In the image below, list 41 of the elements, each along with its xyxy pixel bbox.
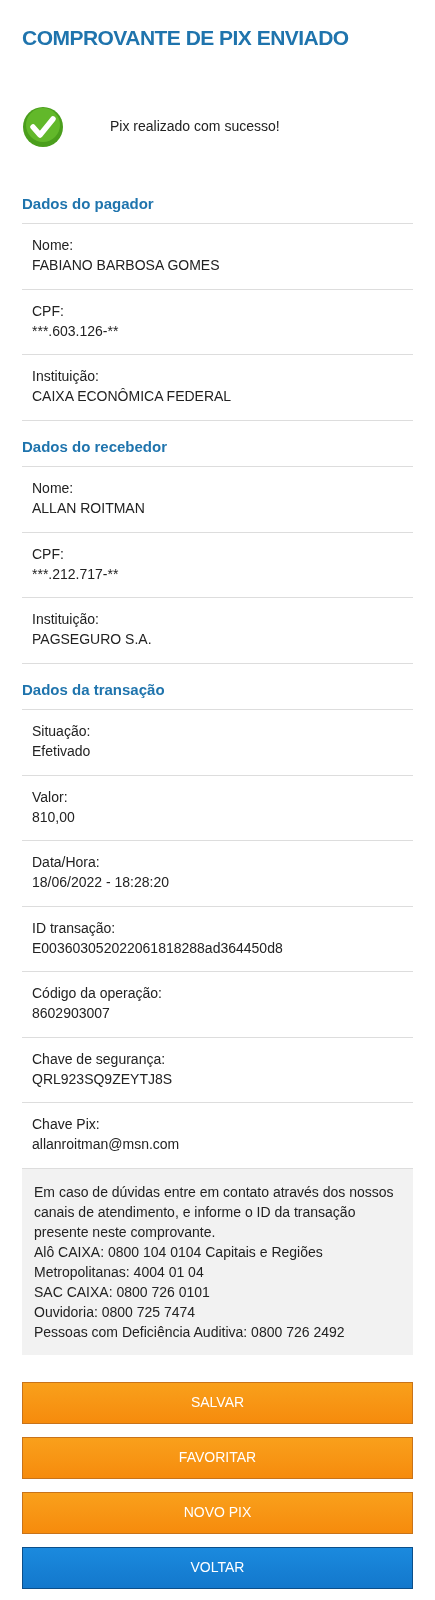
field-label: Código da operação: bbox=[32, 984, 162, 1003]
field-value: CAIXA ECONÔMICA FEDERAL bbox=[32, 387, 232, 406]
action-button[interactable]: SALVAR bbox=[22, 1381, 413, 1424]
field-label: Data/Hora: bbox=[32, 853, 100, 872]
section-heading: Dados da transação bbox=[22, 678, 413, 710]
field-label: Chave de segurança: bbox=[32, 1049, 166, 1069]
field-label: ID transação: bbox=[32, 918, 116, 938]
success-check-icon bbox=[22, 105, 64, 148]
field-value: ALLAN ROITMAN bbox=[32, 499, 145, 518]
field-label: Nome: bbox=[32, 479, 74, 498]
section-heading: Dados do pagador bbox=[22, 192, 413, 224]
field-value: Efetivado bbox=[32, 742, 91, 761]
field-value: FABIANO BARBOSA GOMES bbox=[32, 256, 220, 275]
action-button[interactable]: NOVO PIX bbox=[22, 1491, 413, 1534]
field-value: QRL923SQ9ZEYTJ8S bbox=[32, 1069, 173, 1089]
field-label: Chave Pix: bbox=[32, 1115, 100, 1134]
field-value: ***.212.717-** bbox=[32, 564, 119, 584]
info-text: Ouvidoria: 0800 725 7474 bbox=[34, 1302, 197, 1322]
field-value: 810,00 bbox=[32, 807, 75, 827]
field-label: CPF: bbox=[32, 301, 64, 321]
action-button[interactable]: FAVORITAR bbox=[22, 1436, 413, 1479]
field-label: Instituição: bbox=[32, 610, 99, 629]
info-text: SAC CAIXA: 0800 726 0101 bbox=[34, 1282, 211, 1302]
field-value: allanroitman@msn.com bbox=[32, 1135, 180, 1154]
section-heading: Dados do recebedor bbox=[22, 435, 413, 467]
field-label: Valor: bbox=[32, 787, 68, 807]
field-value: ***.603.126-** bbox=[32, 321, 119, 341]
field-value: 8602903007 bbox=[32, 1004, 110, 1023]
info-text: Em caso de dúvidas entre em contato através dos nossos canais de atendimento, e informe o ID da transação presente neste comprovante. bbox=[34, 1182, 395, 1242]
field-label: Situação: bbox=[32, 722, 91, 741]
field-label: CPF: bbox=[32, 544, 64, 564]
field-label: Instituição: bbox=[32, 367, 99, 386]
field-value: PAGSEGURO S.A. bbox=[32, 630, 152, 649]
field-value: 18/06/2022 - 18:28:20 bbox=[32, 873, 169, 892]
field-value: E003603052022061818288ad364450d8 bbox=[32, 938, 283, 958]
success-message: Pix realizado com sucesso! bbox=[110, 117, 280, 136]
action-button[interactable]: VOLTAR bbox=[22, 1546, 413, 1589]
field-label: Nome: bbox=[32, 236, 74, 255]
page-title: COMPROVANTE DE PIX ENVIADO bbox=[22, 25, 350, 51]
info-text: Alô CAIXA: 0800 104 0104 Capitais e Regiões Metropolitanas: 4004 01 04 bbox=[34, 1242, 324, 1282]
info-text: Pessoas com Deficiência Auditiva: 0800 726 2492 bbox=[34, 1322, 346, 1342]
